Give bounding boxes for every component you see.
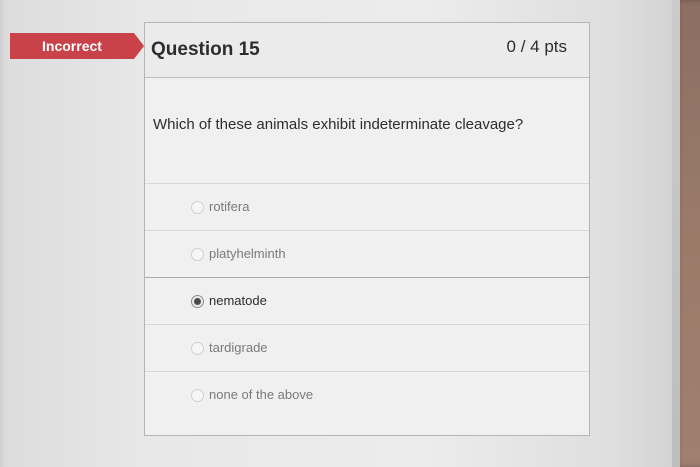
incorrect-badge: Incorrect: [10, 33, 144, 59]
answer-option-tardigrade[interactable]: tardigrade: [145, 324, 589, 371]
answer-label: rotifera: [209, 199, 250, 214]
answer-label: platyhelminth: [209, 246, 286, 261]
answer-label: nematode: [209, 293, 267, 308]
answer-option-none-of-the-above[interactable]: none of the above: [145, 371, 589, 418]
answer-list: rotifera platyhelminth nematode tardigra…: [145, 183, 589, 418]
answer-label: none of the above: [209, 387, 314, 402]
question-title: Question 15: [151, 39, 260, 60]
question-text: Which of these animals exhibit indetermi…: [153, 116, 524, 133]
radio-checked-icon[interactable]: [191, 295, 204, 308]
radio-unchecked-icon[interactable]: [191, 248, 204, 261]
question-points: 0 / 4 pts: [506, 37, 567, 56]
question-card: Question 15 0 / 4 pts Which of these ani…: [144, 22, 590, 436]
radio-unchecked-icon[interactable]: [191, 389, 204, 402]
bezel-highlight: [672, 0, 680, 467]
radio-unchecked-icon[interactable]: [191, 201, 204, 214]
answer-label: tardigrade: [209, 340, 268, 355]
monitor-bezel: [672, 0, 700, 467]
question-header: Question 15 0 / 4 pts: [145, 23, 589, 78]
answer-option-platyhelminth[interactable]: platyhelminth: [145, 230, 589, 277]
screen-edge-shadow: [0, 0, 6, 467]
answer-option-rotifera[interactable]: rotifera: [145, 183, 589, 230]
answer-option-nematode[interactable]: nematode: [145, 277, 589, 324]
radio-unchecked-icon[interactable]: [191, 342, 204, 355]
